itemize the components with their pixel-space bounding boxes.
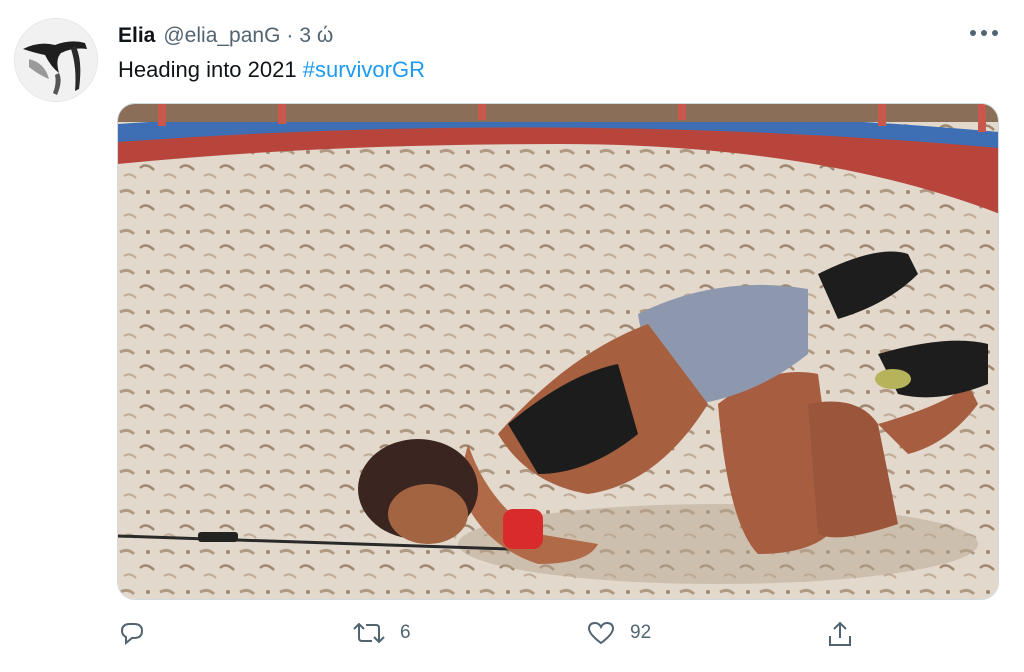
separator: · — [286, 24, 294, 47]
reply-icon — [120, 623, 144, 646]
more-options-button[interactable] — [966, 18, 1002, 48]
share-button[interactable] — [826, 620, 868, 648]
tweet-text: Heading into 2021 #survivorGR — [118, 57, 425, 83]
media-photo — [118, 104, 998, 599]
timestamp[interactable]: 3 ώ — [299, 24, 333, 48]
more-horizontal-icon — [970, 30, 998, 36]
tweet-actions: 6 92 — [0, 614, 1024, 658]
hashtag-link[interactable]: #survivorGR — [303, 57, 425, 82]
tweet-media[interactable] — [117, 103, 999, 600]
share-icon — [829, 621, 851, 646]
heart-icon — [587, 621, 615, 645]
retweet-icon — [353, 622, 385, 644]
retweet-button[interactable]: 6 — [352, 620, 411, 646]
retweet-count: 6 — [400, 622, 411, 643]
author-name[interactable]: Elia — [118, 24, 155, 48]
like-button[interactable]: 92 — [586, 620, 651, 646]
author-handle[interactable]: @elia_panG — [163, 24, 280, 48]
tweet-header: Elia @elia_panG · 3 ώ — [118, 22, 333, 50]
tweet-body: Heading into 2021 — [118, 57, 297, 82]
avatar[interactable] — [14, 18, 98, 102]
reply-button[interactable] — [118, 620, 160, 646]
avatar-image — [15, 19, 97, 101]
like-count: 92 — [630, 622, 652, 643]
